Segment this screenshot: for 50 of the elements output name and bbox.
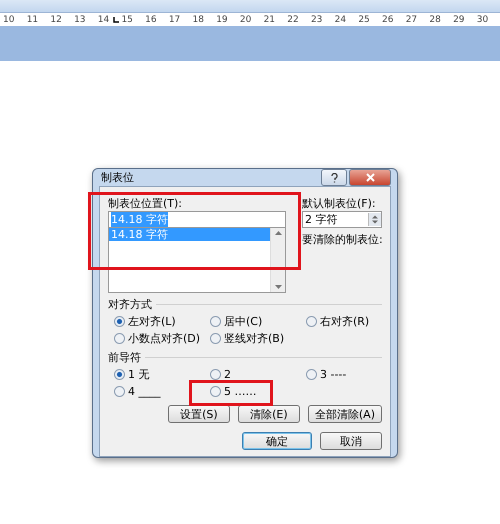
field-label: 默认制表位(F): [302, 196, 377, 211]
ruler-number: 28 [429, 14, 442, 24]
ruler-number: 20 [240, 14, 252, 24]
ruler-number: 15 [121, 14, 134, 24]
help-icon [330, 172, 338, 182]
ruler-number: 26 [382, 14, 394, 24]
ruler-number: 19 [216, 14, 229, 24]
radio-option[interactable]: 1 无 [114, 367, 210, 382]
radio-option[interactable]: 5 …… [210, 384, 306, 399]
radio-option[interactable]: 4 ____ [114, 384, 210, 399]
action-button[interactable]: 设置(S) [168, 405, 230, 423]
spin-arrows-icon[interactable] [372, 215, 378, 224]
radio-option[interactable]: 竖线对齐(B) [210, 331, 306, 346]
ruler-number: 25 [358, 14, 371, 24]
field-label: 制表位位置(T): [108, 196, 184, 211]
ok-button[interactable]: 确定 [242, 432, 312, 450]
ruler-number: 12 [50, 14, 63, 24]
action-button[interactable]: 清除(E) [238, 405, 300, 423]
ruler-number: 10 [3, 14, 16, 24]
ruler-number: 30 [476, 14, 490, 24]
ruler-number: 29 [453, 14, 466, 24]
radio-option[interactable]: 小数点对齐(D) [114, 331, 210, 346]
radio-option[interactable]: 居中(C) [210, 314, 306, 329]
ruler-number: 17 [168, 14, 182, 24]
ruler-number: 18 [192, 14, 205, 24]
ruler-number: 22 [287, 14, 300, 24]
ruler-number: 11 [26, 14, 40, 24]
ruler-number: 23 [310, 14, 324, 24]
radio-option[interactable]: 3 ---- [306, 367, 402, 382]
ruler-number: 27 [406, 14, 418, 24]
radio-option[interactable]: 右对齐(R) [306, 314, 402, 329]
ruler-number: 24 [334, 14, 348, 24]
group-title: 对齐方式 [108, 297, 152, 312]
ruler-number: 21 [264, 14, 276, 24]
ruler-number: 16 [145, 14, 158, 24]
ruler-number: 14 [98, 14, 122, 24]
scroll-up-icon[interactable] [274, 231, 282, 235]
group-title: 前导符 [108, 350, 141, 365]
close-icon [366, 173, 374, 182]
dialog-title: 制表位 [101, 170, 135, 185]
action-button[interactable]: 全部清除(A) [308, 405, 382, 423]
scroll-down-icon[interactable] [274, 285, 282, 289]
close-button[interactable] [349, 169, 391, 186]
radio-option[interactable]: 左对齐(L) [114, 314, 210, 329]
cancel-button[interactable]: 取消 [320, 432, 382, 450]
help-button[interactable] [321, 169, 347, 186]
ruler-number: 13 [74, 14, 87, 24]
field-label: 要清除的制表位: [302, 232, 382, 247]
radio-option[interactable]: 2 [210, 367, 306, 382]
default-stop-field[interactable]: 2 字符 [302, 211, 382, 228]
